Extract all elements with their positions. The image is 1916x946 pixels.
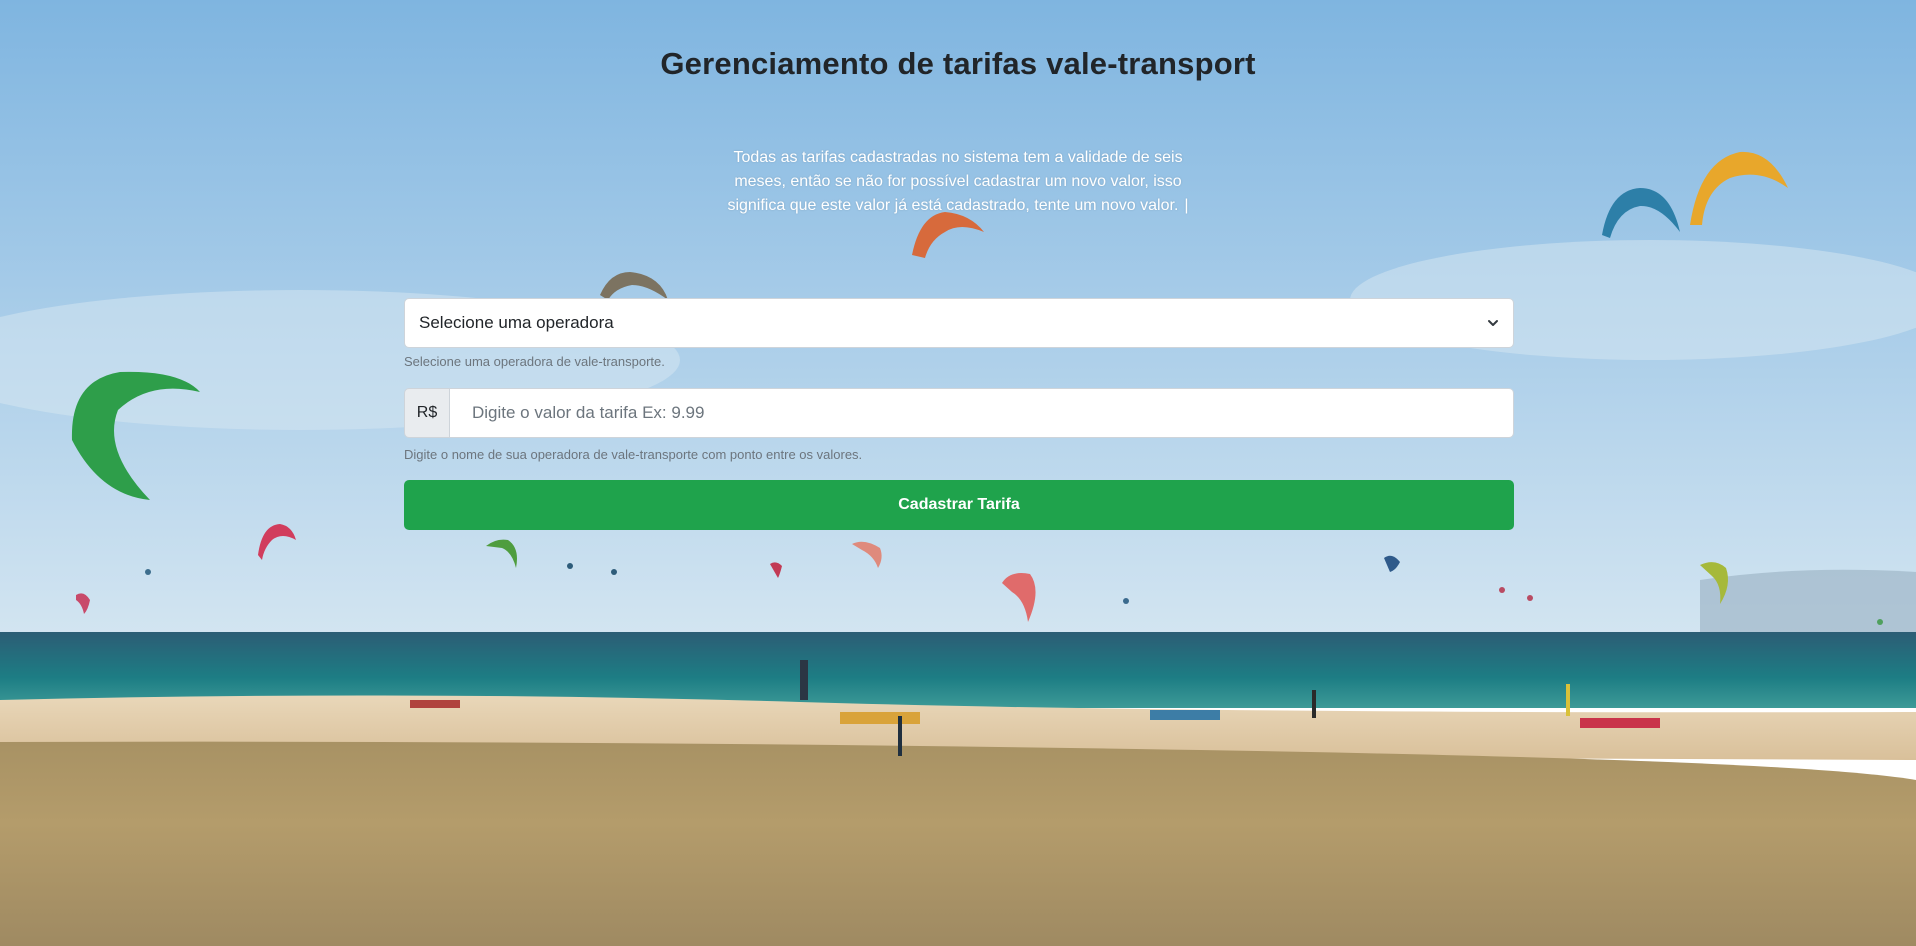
page-title: Gerenciamento de tarifas vale-transport [660, 46, 1256, 81]
intro-paragraph: Todas as tarifas cadastradas no sistema … [723, 146, 1193, 218]
intro-text: Todas as tarifas cadastradas no sistema … [727, 149, 1183, 214]
chevron-down-icon [1488, 320, 1498, 326]
fare-input-group: R$ [404, 388, 1514, 438]
background-beach-image [0, 0, 1916, 946]
register-fare-button[interactable]: Cadastrar Tarifa [404, 480, 1514, 530]
operator-help-text: Selecione uma operadora de vale-transpor… [404, 354, 665, 369]
text-cursor: | [1184, 197, 1189, 214]
currency-prefix: R$ [404, 388, 450, 438]
operator-select[interactable]: Selecione uma operadora [404, 298, 1514, 348]
fare-input[interactable] [450, 388, 1514, 438]
operator-select-value: Selecione uma operadora [419, 313, 614, 332]
fare-help-text: Digite o nome de sua operadora de vale-t… [404, 447, 863, 462]
